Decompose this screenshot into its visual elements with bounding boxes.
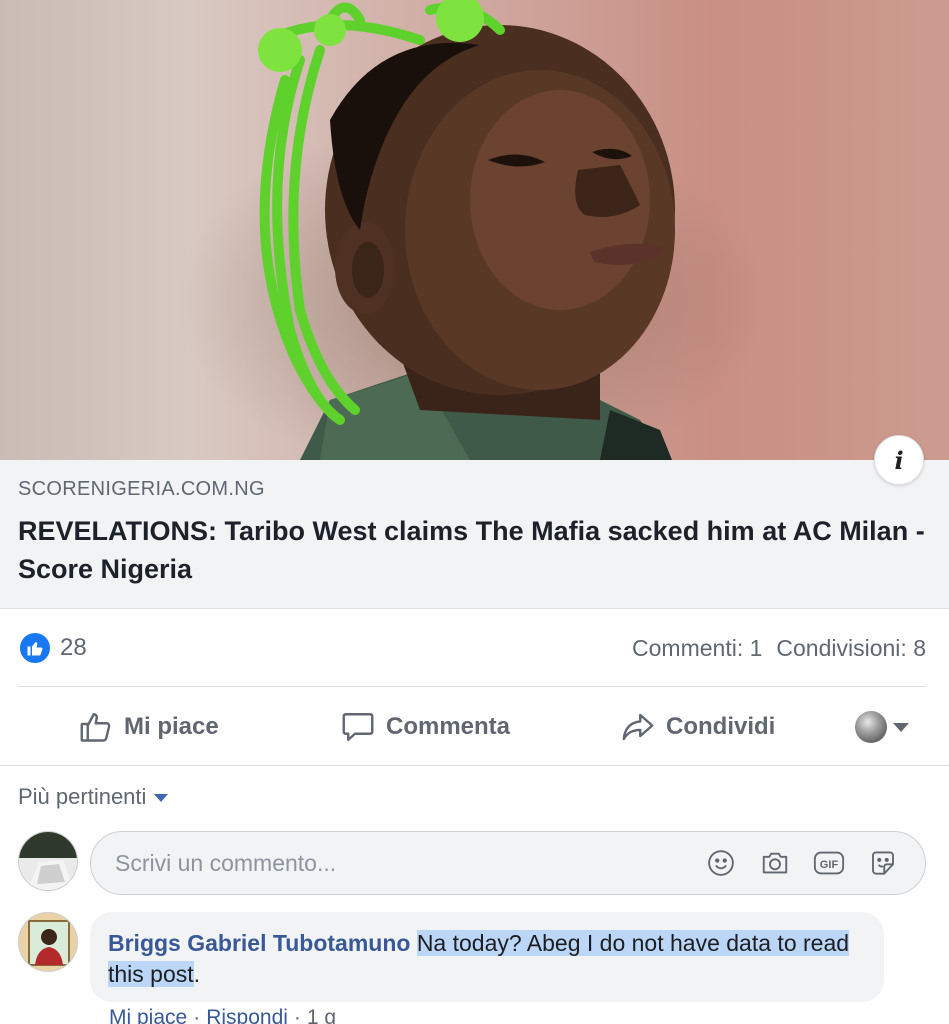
comment-actions: Mi piace · Rispondi · 1 g [109, 1006, 336, 1024]
info-icon[interactable]: i [874, 435, 924, 485]
comment-sort-dropdown[interactable]: Più pertinenti [18, 784, 169, 810]
comment-like-link[interactable]: Mi piace [109, 1006, 187, 1024]
comment-timestamp[interactable]: 1 g [307, 1006, 336, 1024]
comment-reply-link[interactable]: Rispondi [206, 1006, 288, 1024]
speech-bubble-icon [342, 713, 374, 741]
comment-button-label: Commenta [386, 713, 511, 740]
comment-count[interactable]: Commenti: 1 [632, 635, 762, 662]
comment-author[interactable]: Briggs Gabriel Tubotamuno [108, 930, 410, 956]
share-button[interactable]: Condividi [620, 700, 775, 754]
share-button-label: Condividi [666, 713, 776, 740]
link-domain: SCORENIGERIA.COM.NG [18, 478, 265, 500]
comment-sort-label: Più pertinenti [18, 784, 147, 809]
caret-down-icon [154, 794, 169, 802]
like-button[interactable]: Mi piace [78, 700, 219, 754]
avatar [855, 711, 887, 743]
post-as-selector[interactable] [855, 700, 909, 754]
like-button-label: Mi piace [124, 713, 219, 740]
thumbs-up-icon [80, 713, 111, 742]
link-preview[interactable]: SCORENIGERIA.COM.NG REVELATIONS: Taribo … [0, 460, 949, 609]
share-count[interactable]: Condivisioni: 8 [776, 635, 926, 662]
sticker-icon[interactable] [867, 847, 899, 879]
player-photo [258, 0, 675, 460]
link-title[interactable]: REVELATIONS: Taribo West claims The Mafi… [18, 512, 933, 588]
divider [0, 765, 949, 766]
comment-button[interactable]: Commenta [340, 700, 510, 754]
comment-bubble: Briggs Gabriel Tubotamuno Na today? Abeg… [90, 912, 884, 1002]
comment-text-end: . [193, 961, 201, 987]
current-user-avatar[interactable] [18, 831, 78, 891]
link-preview-image[interactable] [0, 0, 949, 460]
camera-icon[interactable] [759, 847, 791, 879]
commenter-avatar[interactable] [18, 912, 78, 972]
gif-icon[interactable]: GIF [813, 847, 845, 879]
comment-input[interactable] [115, 849, 675, 877]
svg-text:GIF: GIF [820, 859, 839, 871]
reactions-summary: 28 Commenti: 1 Condivisioni: 8 [18, 628, 926, 668]
post-actions: Mi piace Commenta Condividi [0, 700, 949, 754]
like-reaction-icon[interactable] [18, 631, 52, 665]
like-count[interactable]: 28 [60, 634, 87, 662]
comment-composer[interactable]: GIF [90, 831, 926, 895]
emoji-icon[interactable] [705, 847, 737, 879]
divider [18, 686, 926, 687]
share-arrow-icon [622, 713, 654, 741]
caret-down-icon [893, 722, 909, 732]
